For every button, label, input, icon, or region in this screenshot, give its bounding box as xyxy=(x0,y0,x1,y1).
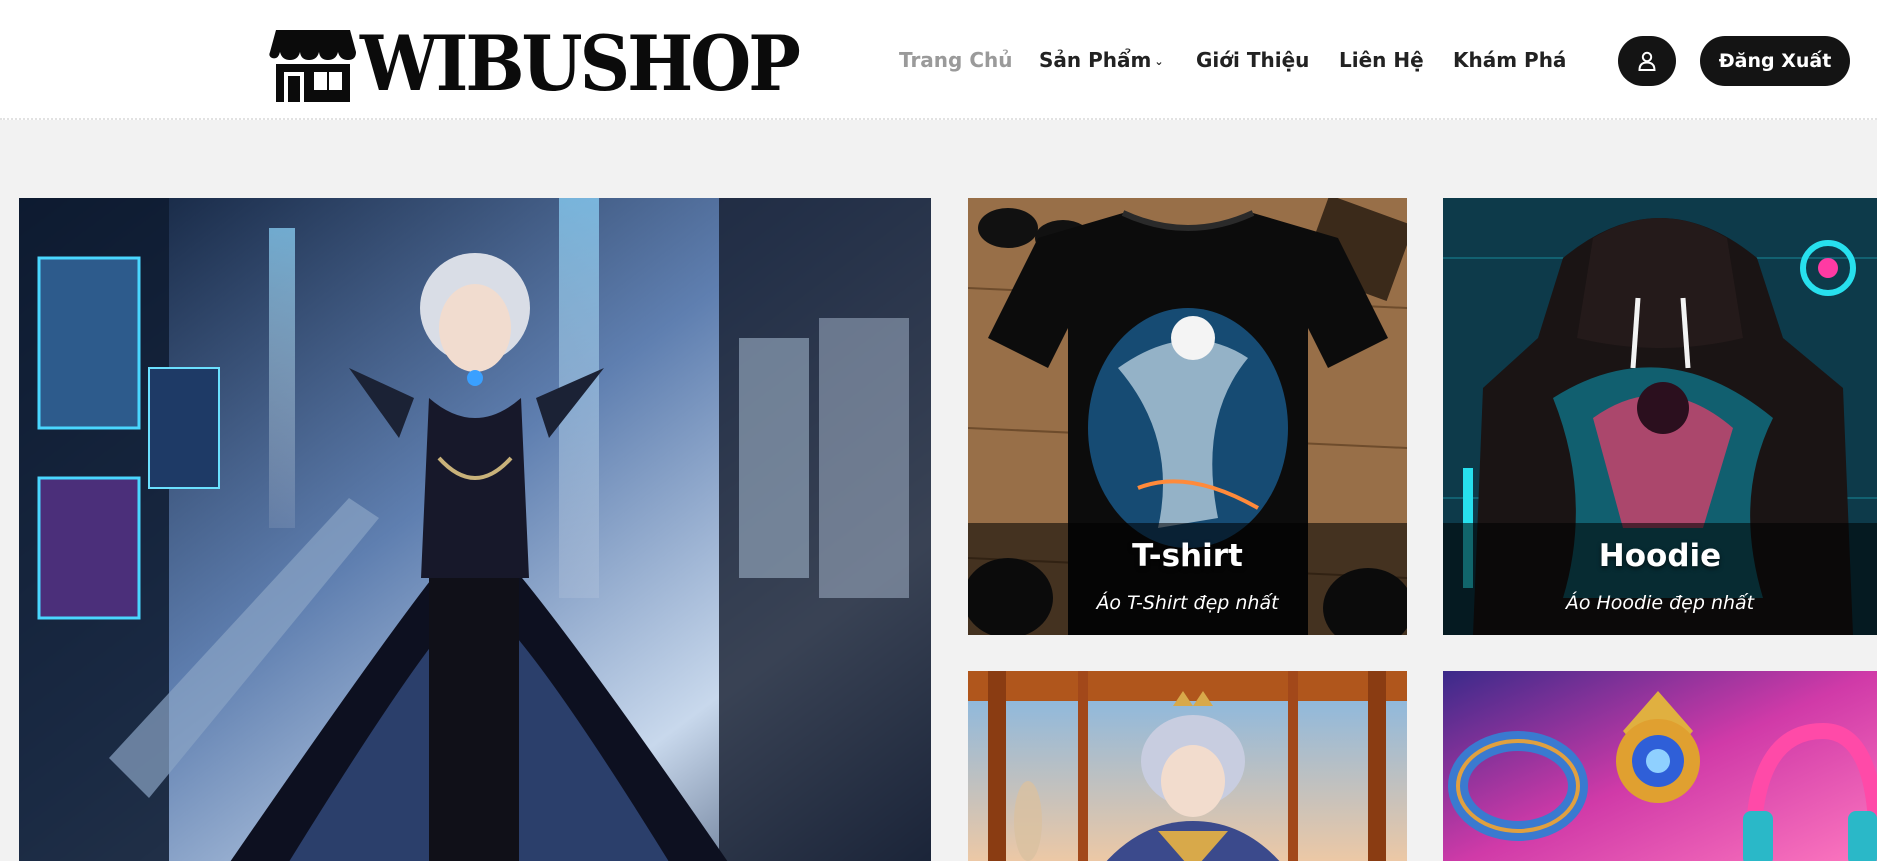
product-card-accessories[interactable] xyxy=(1443,671,1877,861)
nav-item-explore[interactable]: Khám Phá xyxy=(1453,48,1566,72)
accessories-product-image xyxy=(1443,671,1877,861)
product-caption: Hoodie Áo Hoodie đẹp nhất xyxy=(1443,523,1877,635)
product-card-figure[interactable] xyxy=(968,671,1407,861)
site-header: WIBUSHOP Trang Chủ Sản Phẩm ⌄ Giới Thiệu … xyxy=(0,0,1877,120)
user-icon xyxy=(1638,51,1656,71)
logout-button[interactable]: Đăng Xuất xyxy=(1700,36,1850,86)
nav-item-home[interactable]: Trang Chủ xyxy=(899,48,1012,72)
product-title: Hoodie xyxy=(1598,538,1722,574)
product-subtitle: Áo Hoodie đẹp nhất xyxy=(1565,592,1755,614)
account-button[interactable] xyxy=(1618,36,1676,86)
nav-item-products[interactable]: Sản Phẩm ⌄ xyxy=(1039,48,1164,74)
product-caption: T-shirt Áo T-Shirt đẹp nhất xyxy=(968,523,1407,635)
hero-banner-image[interactable] xyxy=(19,198,931,861)
site-logo[interactable]: WIBUSHOP xyxy=(268,18,801,109)
brand-name: WIBUSHOP xyxy=(360,18,801,109)
nav-item-products-label: Sản Phẩm xyxy=(1039,48,1152,72)
shop-icon xyxy=(269,30,356,102)
product-card-hoodie[interactable]: Hoodie Áo Hoodie đẹp nhất xyxy=(1443,198,1877,635)
chevron-down-icon: ⌄ xyxy=(1154,54,1164,68)
product-title: T-shirt xyxy=(1132,538,1243,574)
hero-illustration xyxy=(19,198,931,861)
nav-item-about[interactable]: Giới Thiệu xyxy=(1196,48,1309,72)
nav-item-contact[interactable]: Liên Hệ xyxy=(1339,48,1424,72)
figure-product-image xyxy=(968,671,1407,861)
product-card-tshirt[interactable]: T-shirt Áo T-Shirt đẹp nhất xyxy=(968,198,1407,635)
product-subtitle: Áo T-Shirt đẹp nhất xyxy=(1096,592,1279,614)
